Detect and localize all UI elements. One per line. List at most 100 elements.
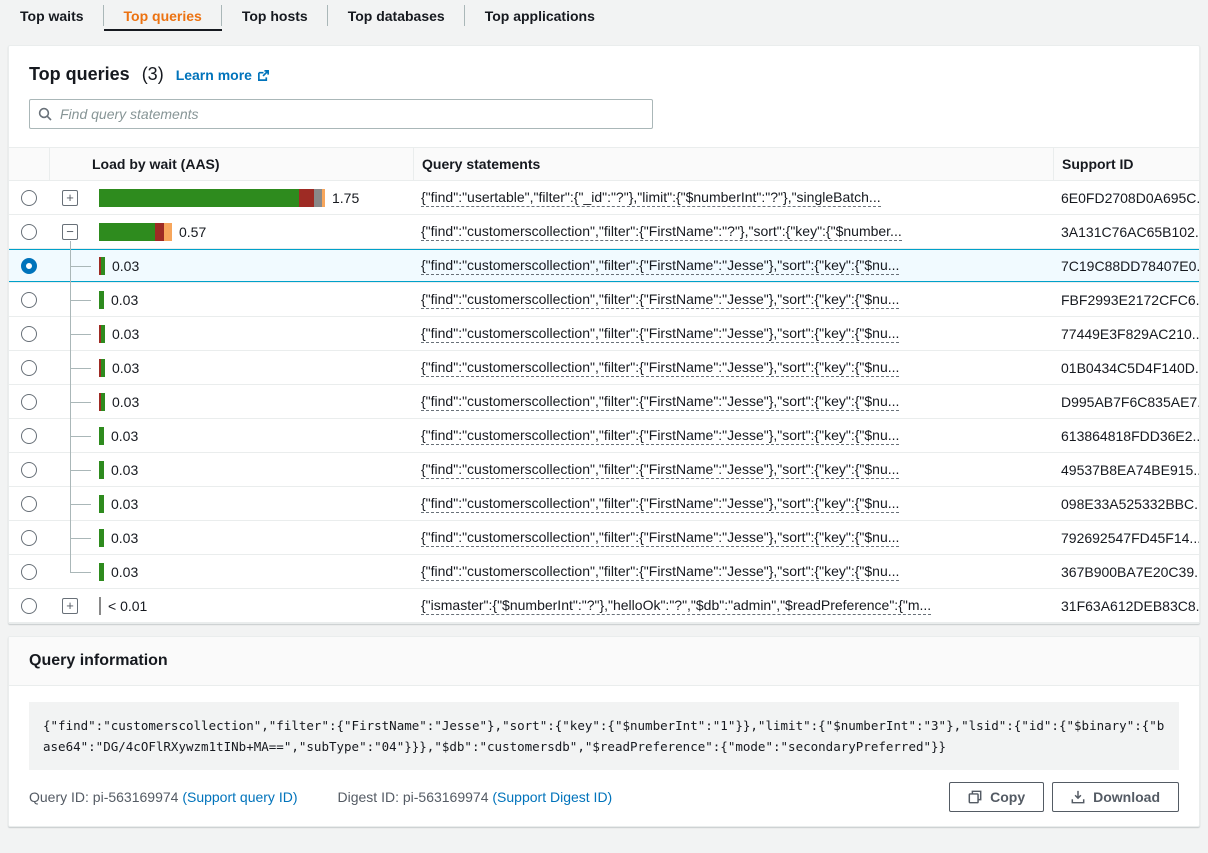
query-statement-link[interactable]: {"find":"usertable","filter":{"_id":"?"}…	[421, 189, 881, 207]
radio-button[interactable]	[21, 258, 37, 274]
table-row[interactable]: 0.03 {"find":"customerscollection","filte…	[9, 317, 1199, 351]
bar-segment-green	[101, 325, 105, 343]
support-id: 01B0434C5D4F140D...	[1053, 360, 1199, 376]
query-cell: {"ismaster":{"$numberInt":"?"},"helloOk"…	[413, 597, 1053, 615]
query-statement-link[interactable]: {"find":"customerscollection","filter":{…	[421, 359, 899, 377]
load-value: 0.03	[111, 496, 138, 512]
query-count: (3)	[142, 64, 164, 85]
tab-top-applications[interactable]: Top applications	[465, 0, 615, 31]
load-value: < 0.01	[108, 598, 147, 614]
download-button[interactable]: Download	[1052, 782, 1179, 812]
support-id: 098E33A525332BBC...	[1053, 496, 1199, 512]
table-row[interactable]: 0.03 {"find":"customerscollection","filte…	[9, 521, 1199, 555]
radio-cell	[9, 292, 49, 308]
query-table-body: +1.75 {"find":"usertable","filter":{"_id"…	[9, 181, 1199, 623]
radio-button[interactable]	[21, 530, 37, 546]
support-query-id-link[interactable]: (Support query ID)	[182, 789, 297, 805]
table-row[interactable]: +1.75 {"find":"usertable","filter":{"_id"…	[9, 181, 1199, 215]
header-support-id: Support ID	[1053, 148, 1199, 180]
load-bar	[99, 563, 104, 581]
query-cell: {"find":"customerscollection","filter":{…	[413, 359, 1053, 377]
expand-icon[interactable]: +	[62, 598, 78, 614]
radio-button[interactable]	[21, 394, 37, 410]
table-row[interactable]: 0.03 {"find":"customerscollection","filte…	[9, 453, 1199, 487]
load-bar	[99, 427, 104, 445]
load-value: 0.03	[111, 428, 138, 444]
radio-button[interactable]	[21, 428, 37, 444]
radio-cell	[9, 428, 49, 444]
tab-top-waits[interactable]: Top waits	[0, 0, 104, 31]
table-row[interactable]: −0.57{"find":"customerscollection","filt…	[9, 215, 1199, 249]
radio-button[interactable]	[21, 360, 37, 376]
query-cell: {"find":"customerscollection","filter":{…	[413, 291, 1053, 309]
collapse-icon[interactable]: −	[62, 224, 78, 240]
table-row[interactable]: 0.03 {"find":"customerscollection","filte…	[9, 487, 1199, 521]
support-id: 49537B8EA74BE915...	[1053, 462, 1199, 478]
table-row[interactable]: 0.03{"find":"customerscollection","filte…	[9, 385, 1199, 419]
header-load-by-wait: Load by wait (AAS)	[49, 148, 413, 180]
radio-button[interactable]	[21, 496, 37, 512]
query-cell: {"find":"customerscollection","filter":{…	[413, 495, 1053, 513]
query-statement-link[interactable]: {"find":"customerscollection","filter":{…	[421, 393, 899, 411]
table-row[interactable]: 0.03 {"find":"customerscollection","filte…	[9, 249, 1199, 283]
radio-cell	[9, 530, 49, 546]
query-statement-link[interactable]: {"find":"customerscollection","filter":{…	[421, 257, 899, 275]
tree-branch	[70, 368, 91, 369]
learn-more-link[interactable]: Learn more	[176, 67, 270, 83]
bar-segment-green	[101, 359, 105, 377]
bar-segment-green	[99, 223, 155, 241]
bar-segment-orange	[322, 189, 325, 207]
tree-branch	[70, 334, 91, 335]
radio-button[interactable]	[21, 598, 37, 614]
query-statement-link[interactable]: {"find":"customerscollection","filter":{…	[421, 495, 899, 513]
query-full-text: {"find":"customerscollection","filter":{…	[29, 702, 1179, 770]
load-bar	[99, 325, 105, 343]
query-statement-link[interactable]: {"find":"customerscollection","filter":{…	[421, 223, 902, 241]
table-row[interactable]: + < 0.01 {"ismaster":{"$numberInt":"?"},"h…	[9, 589, 1199, 623]
table-row[interactable]: 0.03 {"find":"customerscollection","filte…	[9, 419, 1199, 453]
tree-cell	[49, 521, 91, 555]
query-statement-link[interactable]: {"find":"customerscollection","filter":{…	[421, 427, 899, 445]
bar-segment-green	[101, 257, 105, 275]
radio-button[interactable]	[21, 326, 37, 342]
query-statement-link[interactable]: {"find":"customerscollection","filter":{…	[421, 461, 899, 479]
tab-top-databases[interactable]: Top databases	[328, 0, 465, 31]
load-value: 0.03	[111, 564, 138, 580]
tab-top-queries[interactable]: Top queries	[104, 0, 222, 31]
tree-cell: +	[49, 181, 91, 215]
search-input[interactable]	[29, 99, 653, 129]
tab-top-hosts[interactable]: Top hosts	[222, 0, 328, 31]
radio-button[interactable]	[21, 564, 37, 580]
query-statement-link[interactable]: {"find":"customerscollection","filter":{…	[421, 325, 899, 343]
table-row[interactable]: 0.03 {"find":"customerscollection","filte…	[9, 283, 1199, 317]
support-id: 3A131C76AC65B102...	[1053, 224, 1199, 240]
load-bar-cell: 0.03	[91, 427, 413, 445]
radio-button[interactable]	[21, 292, 37, 308]
load-bar-cell: 0.03	[91, 291, 413, 309]
query-statement-link[interactable]: {"find":"customerscollection","filter":{…	[421, 291, 899, 309]
expand-icon[interactable]: +	[62, 190, 78, 206]
load-value: 0.03	[111, 462, 138, 478]
radio-button[interactable]	[21, 462, 37, 478]
query-statement-link[interactable]: {"find":"customerscollection","filter":{…	[421, 529, 899, 547]
learn-more-label: Learn more	[176, 67, 252, 83]
query-information-title: Query information	[29, 652, 168, 669]
load-value: 0.03	[111, 530, 138, 546]
load-value: 0.03	[112, 258, 139, 274]
bar-segment-gray	[99, 597, 101, 615]
query-cell: {"find":"customerscollection","filter":{…	[413, 257, 1053, 275]
load-value: 0.03	[112, 326, 139, 342]
copy-label: Copy	[990, 789, 1025, 805]
bar-segment-green	[99, 563, 104, 581]
query-statement-link[interactable]: {"find":"customerscollection","filter":{…	[421, 563, 899, 581]
copy-button[interactable]: Copy	[949, 782, 1044, 812]
radio-button[interactable]	[21, 224, 37, 240]
table-row[interactable]: 0.03{"find":"customerscollection","filte…	[9, 351, 1199, 385]
radio-button[interactable]	[21, 190, 37, 206]
query-statement-link[interactable]: {"ismaster":{"$numberInt":"?"},"helloOk"…	[421, 597, 931, 615]
table-row[interactable]: 0.03 {"find":"customerscollection","filte…	[9, 555, 1199, 589]
load-bar-cell: 1.75	[91, 189, 413, 207]
support-id: 31F63A612DEB83C8...	[1053, 598, 1199, 614]
support-digest-id-link[interactable]: (Support Digest ID)	[492, 789, 612, 805]
query-cell: {"find":"usertable","filter":{"_id":"?"}…	[413, 189, 1053, 207]
